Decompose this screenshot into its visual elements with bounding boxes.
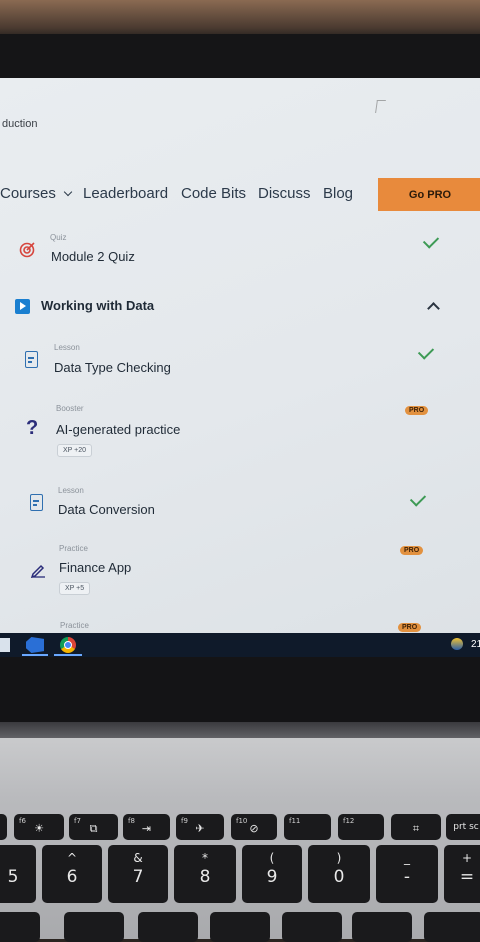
taskbar: 21: [0, 633, 480, 657]
list-item[interactable]: ? Booster PRO AI-generated practice XP +…: [0, 401, 480, 461]
item-kind: Practice: [59, 544, 88, 553]
pro-badge: PRO: [398, 623, 422, 632]
item-kind: Lesson: [54, 343, 80, 352]
check-icon: [417, 343, 435, 360]
section-header[interactable]: Working with Data: [0, 290, 480, 324]
nav-code-bits[interactable]: Code Bits: [181, 185, 246, 202]
quiz-item[interactable]: Quiz Module 2 Quiz: [0, 230, 480, 275]
target-icon: [19, 242, 35, 258]
key-f8[interactable]: f8 ⇥: [123, 814, 170, 840]
key-o[interactable]: [282, 912, 342, 942]
laptop-screen: duction Courses Leaderboard Code Bits Di…: [0, 78, 480, 633]
item-title: AI-generated practice: [56, 422, 181, 437]
question-icon: ?: [26, 417, 39, 439]
key-p[interactable]: [352, 912, 412, 942]
key-bracket[interactable]: [424, 912, 480, 942]
xp-badge: XP +20: [57, 444, 93, 457]
lesson-icon: [30, 494, 43, 511]
nav-blog[interactable]: Blog: [323, 185, 353, 202]
key-f10[interactable]: f10 ⊘: [231, 814, 277, 840]
item-title: Data Conversion: [58, 502, 155, 517]
clock[interactable]: 21: [471, 639, 480, 650]
chrome-icon[interactable]: [60, 637, 76, 653]
key-f9[interactable]: f9 ✈: [176, 814, 224, 840]
key-5[interactable]: 5: [0, 845, 36, 903]
key-6[interactable]: ^ 6: [42, 845, 102, 903]
airplane-icon: ✈: [195, 822, 205, 835]
key-y[interactable]: [64, 912, 124, 942]
key-crop[interactable]: ⌗: [391, 814, 441, 840]
pro-badge: PRO: [400, 546, 424, 555]
play-icon: [15, 299, 30, 314]
file-icon[interactable]: [0, 638, 10, 652]
xp-badge: XP +5: [59, 582, 91, 595]
go-pro-button[interactable]: Go PRO: [378, 178, 480, 211]
item-kind: Booster: [56, 404, 84, 413]
key-u[interactable]: [138, 912, 198, 942]
nav-courses[interactable]: Courses: [0, 185, 73, 202]
item-kind: Practice: [60, 621, 89, 630]
key-0[interactable]: ) 0: [308, 845, 370, 903]
key-prt-sc[interactable]: prt sc: [446, 814, 480, 840]
laptop-bottom-bezel: [0, 657, 480, 727]
key-equals[interactable]: + =: [444, 845, 480, 903]
key-t[interactable]: [0, 912, 40, 942]
vscode-icon[interactable]: [26, 637, 44, 653]
key-7[interactable]: & 7: [108, 845, 168, 903]
touchpad-off-icon: ⊘: [249, 822, 259, 835]
item-kind: Lesson: [58, 486, 84, 495]
list-item[interactable]: Practice PRO Finance App XP +5: [0, 540, 480, 600]
item-kind: Quiz: [50, 233, 67, 242]
active-indicator: [54, 654, 82, 656]
keyboard-deck: f6 ☀ f7 ⧉ f8 ⇥ f9 ✈ f10 ⊘ f11 f12 ⌗ prt …: [0, 738, 480, 942]
display-icon: ⧉: [89, 822, 98, 835]
list-item[interactable]: Lesson Data Type Checking: [0, 340, 480, 385]
check-icon: [422, 232, 440, 249]
item-title: Data Type Checking: [54, 360, 171, 375]
crop-icon: ⌗: [412, 822, 420, 835]
section-title: Working with Data: [41, 298, 155, 313]
weather-icon[interactable]: [451, 638, 463, 650]
pro-badge: PRO: [405, 406, 429, 415]
key-8[interactable]: * 8: [174, 845, 236, 903]
lesson-icon: [25, 351, 38, 368]
key-f7[interactable]: f7 ⧉: [69, 814, 118, 840]
key-f5[interactable]: [0, 814, 7, 840]
chevron-down-icon: [63, 187, 73, 197]
laptop-top-bezel: [0, 34, 480, 80]
key-i[interactable]: [210, 912, 270, 942]
key-f11[interactable]: f11: [284, 814, 331, 840]
mouse-cursor-icon: [375, 100, 386, 113]
item-title: Module 2 Quiz: [51, 249, 135, 264]
key-minus[interactable]: _ -: [376, 845, 438, 903]
pencil-icon: [30, 564, 45, 578]
list-item[interactable]: Lesson Data Conversion: [0, 482, 480, 527]
key-f6[interactable]: f6 ☀: [14, 814, 64, 840]
breadcrumb[interactable]: duction: [2, 118, 37, 130]
list-item[interactable]: Practice PRO: [0, 618, 480, 633]
nav-discuss[interactable]: Discuss: [258, 185, 311, 202]
key-f12[interactable]: f12: [338, 814, 384, 840]
brightness-icon: ☀: [34, 822, 44, 835]
nav-leaderboard[interactable]: Leaderboard: [83, 185, 168, 202]
project-icon: ⇥: [141, 822, 152, 835]
check-icon: [409, 490, 427, 507]
chevron-up-icon[interactable]: [427, 302, 440, 315]
active-indicator: [22, 654, 48, 656]
key-9[interactable]: ( 9: [242, 845, 302, 903]
item-title: Finance App: [59, 560, 132, 575]
